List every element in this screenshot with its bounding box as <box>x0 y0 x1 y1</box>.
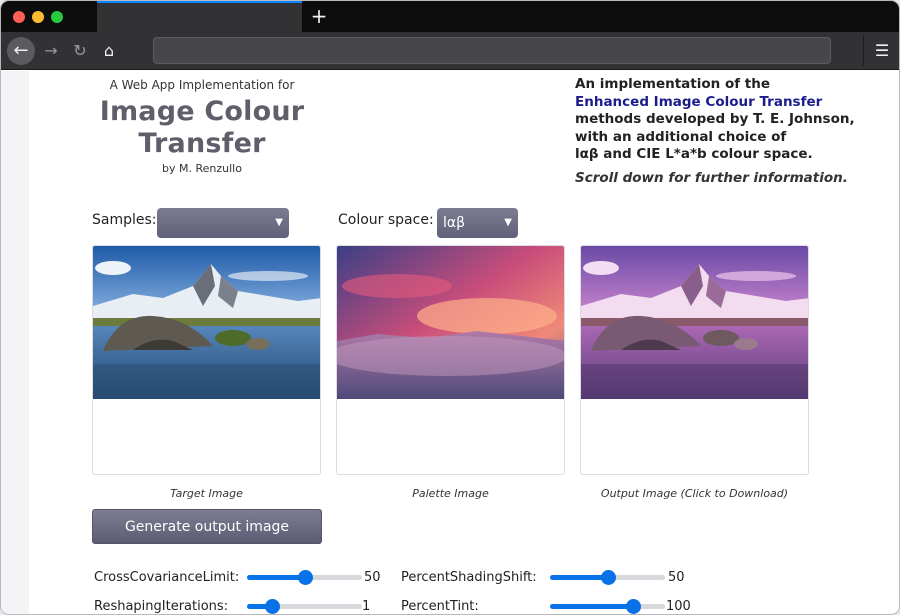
percent-shading-shift-slider[interactable] <box>550 570 665 585</box>
target-image <box>93 246 320 399</box>
tab-strip: + <box>1 1 899 32</box>
description-line4: with an additional choice of <box>575 128 787 145</box>
cross-covariance-limit-value: 50 <box>364 570 381 585</box>
home-icon[interactable]: ⌂ <box>95 37 123 65</box>
close-window-button[interactable] <box>13 11 25 23</box>
slider-fill <box>550 575 608 580</box>
minimize-window-button[interactable] <box>32 11 44 23</box>
percent-tint-value: 100 <box>666 599 691 614</box>
target-image-panel[interactable] <box>92 245 321 475</box>
output-image-caption: Output Image (Click to Download) <box>600 487 789 500</box>
hamburger-menu-icon[interactable]: ☰ <box>869 37 895 65</box>
colour-space-label: Colour space: <box>338 212 434 228</box>
description-line3: methods developed by T. E. Johnson, <box>575 111 855 127</box>
navigation-bar: ← → ↻ ⌂ ☰ <box>1 32 899 70</box>
slider-thumb[interactable] <box>265 599 281 614</box>
cross-covariance-limit-label: CrossCovarianceLimit: <box>94 570 240 585</box>
new-tab-icon[interactable]: + <box>309 4 329 28</box>
scroll-note: Scroll down for further information. <box>575 170 848 186</box>
generate-output-button[interactable]: Generate output image <box>92 509 322 544</box>
percent-tint-slider[interactable] <box>550 599 665 614</box>
hero-title-line1: Image Colour <box>99 96 305 127</box>
toolbar-divider <box>863 35 864 66</box>
colour-space-select[interactable]: lαβ ▼ <box>437 208 518 238</box>
slider-thumb[interactable] <box>297 570 313 585</box>
description-line5: lαβ and CIE L*a*b colour space. <box>575 146 813 162</box>
slider-fill <box>550 604 633 609</box>
target-image-caption: Target Image <box>170 487 243 500</box>
palette-image-caption: Palette Image <box>412 487 489 500</box>
hero-author: by M. Renzullo <box>162 162 242 175</box>
output-image <box>581 246 808 399</box>
back-arrow-icon[interactable]: ← <box>7 37 35 65</box>
maximize-window-button[interactable] <box>51 11 63 23</box>
forward-arrow-icon[interactable]: → <box>37 37 65 65</box>
hero-subtitle: A Web App Implementation for <box>109 78 295 92</box>
percent-shading-shift-label: PercentShadingShift: <box>401 570 537 585</box>
description: An implementation of the Enhanced Image … <box>575 76 875 164</box>
page-gutter <box>1 71 29 614</box>
reload-icon[interactable]: ↻ <box>66 37 94 65</box>
palette-image-panel[interactable] <box>336 245 565 475</box>
active-tab[interactable] <box>97 1 302 32</box>
reshaping-iterations-label: ReshapingIterations: <box>94 599 229 614</box>
chevron-down-icon: ▼ <box>504 217 512 228</box>
slider-thumb[interactable] <box>625 599 641 614</box>
chevron-down-icon: ▼ <box>275 217 283 228</box>
johnson-paper-link[interactable]: Enhanced Image Colour Transfer <box>575 94 822 110</box>
output-image-panel[interactable] <box>580 245 809 475</box>
samples-select[interactable]: ▼ <box>157 208 289 238</box>
reshaping-iterations-slider[interactable] <box>247 599 362 614</box>
slider-thumb[interactable] <box>600 570 616 585</box>
browser-window: + ← → ↻ ⌂ ☰ A Web App Implementation for… <box>0 0 900 615</box>
colour-space-select-value: lαβ <box>443 215 466 231</box>
percent-shading-shift-value: 50 <box>668 570 685 585</box>
samples-label: Samples: <box>92 212 157 228</box>
reshaping-iterations-value: 1 <box>362 599 371 614</box>
description-line1: An implementation of the <box>575 76 771 92</box>
percent-tint-label: PercentTint: <box>401 599 479 614</box>
cross-covariance-limit-slider[interactable] <box>247 570 362 585</box>
url-bar[interactable] <box>153 37 831 64</box>
palette-image <box>337 246 564 399</box>
web-page: A Web App Implementation for Image Colou… <box>1 71 899 614</box>
hero-title: Image Colour Transfer <box>97 96 307 160</box>
slider-fill <box>247 575 305 580</box>
hero-title-line2: Transfer <box>138 128 266 159</box>
